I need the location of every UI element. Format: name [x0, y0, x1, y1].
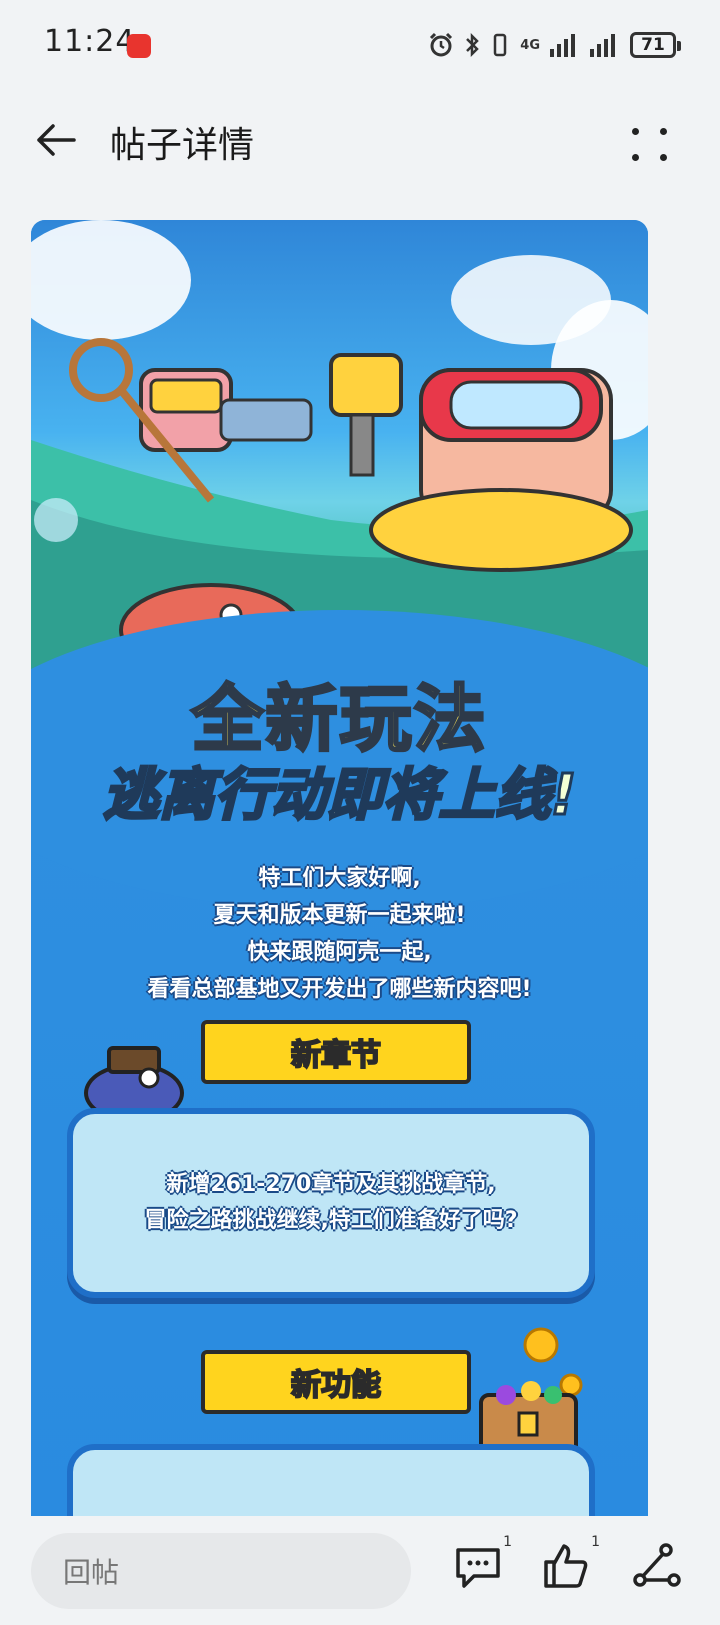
- signal-icon: [550, 34, 575, 57]
- section-title: 新章节: [290, 1037, 382, 1074]
- battery-icon: 71: [630, 32, 681, 58]
- comment-count: 1: [503, 1534, 512, 1550]
- intro-line: 特工们大家好啊,: [258, 866, 421, 891]
- arrow-left-icon: [37, 124, 76, 156]
- reply-input[interactable]: 回帖: [31, 1533, 411, 1609]
- status-bar: 11:24 4G 71: [0, 0, 720, 88]
- intro-line: 快来跟随阿壳一起,: [247, 940, 432, 965]
- post-image[interactable]: 全新玩法 逃离行动即将上线! 特工们大家好啊, 夏天和版本更新一起来啦! 快来跟…: [31, 220, 648, 1516]
- bluetooth-icon: [466, 32, 480, 58]
- status-time: 11:24: [44, 24, 136, 59]
- section-title: 新功能: [290, 1367, 382, 1404]
- more-dot: [660, 154, 667, 161]
- card-line: 新增261-270章节及其挑战章节,: [166, 1172, 496, 1197]
- poster-subtitle: 逃离行动即将上线!: [101, 762, 578, 830]
- app-notification-icon: [127, 34, 151, 58]
- battery-level: 71: [641, 35, 665, 55]
- section-card-new-chapter: 新增261-270章节及其挑战章节, 冒险之路挑战继续,特工们准备好了吗?: [67, 1108, 595, 1298]
- card-line: 冒险之路挑战继续,特工们准备好了吗?: [144, 1208, 518, 1233]
- section-ribbon-new-feature: 新功能: [175, 1350, 497, 1418]
- share-button[interactable]: [630, 1540, 686, 1596]
- share-icon: [633, 1543, 681, 1587]
- thumbs-up-icon: [544, 1544, 588, 1588]
- comment-icon: [456, 1548, 500, 1588]
- bottom-action-bar: 回帖 1 1: [0, 1516, 720, 1625]
- reply-placeholder: 回帖: [63, 1556, 120, 1589]
- more-options-button[interactable]: [626, 110, 676, 170]
- more-dot: [660, 128, 667, 135]
- like-count: 1: [591, 1534, 600, 1550]
- alarm-icon: [430, 32, 453, 57]
- status-icons: 4G 71: [428, 28, 681, 62]
- vibrate-icon: [494, 33, 507, 57]
- section-ribbon-new-chapter: 新章节: [175, 1020, 497, 1088]
- like-button[interactable]: 1: [540, 1534, 600, 1596]
- network-type-label: 4G: [520, 37, 540, 53]
- poster-intro: 特工们大家好啊, 夏天和版本更新一起来啦! 快来跟随阿壳一起, 看看总部基地又开…: [31, 860, 648, 1008]
- more-dot: [632, 154, 639, 161]
- intro-line: 夏天和版本更新一起来啦!: [213, 903, 466, 928]
- signal-icon-2: [590, 34, 615, 57]
- page-title: 帖子详情: [110, 125, 255, 166]
- back-button[interactable]: [26, 110, 86, 170]
- comment-button[interactable]: 1: [452, 1534, 512, 1596]
- section-card-new-feature: [67, 1444, 595, 1516]
- intro-line: 看看总部基地又开发出了哪些新内容吧!: [147, 977, 532, 1002]
- top-app-bar: 帖子详情: [0, 88, 720, 198]
- more-vertical-icon: [632, 128, 639, 135]
